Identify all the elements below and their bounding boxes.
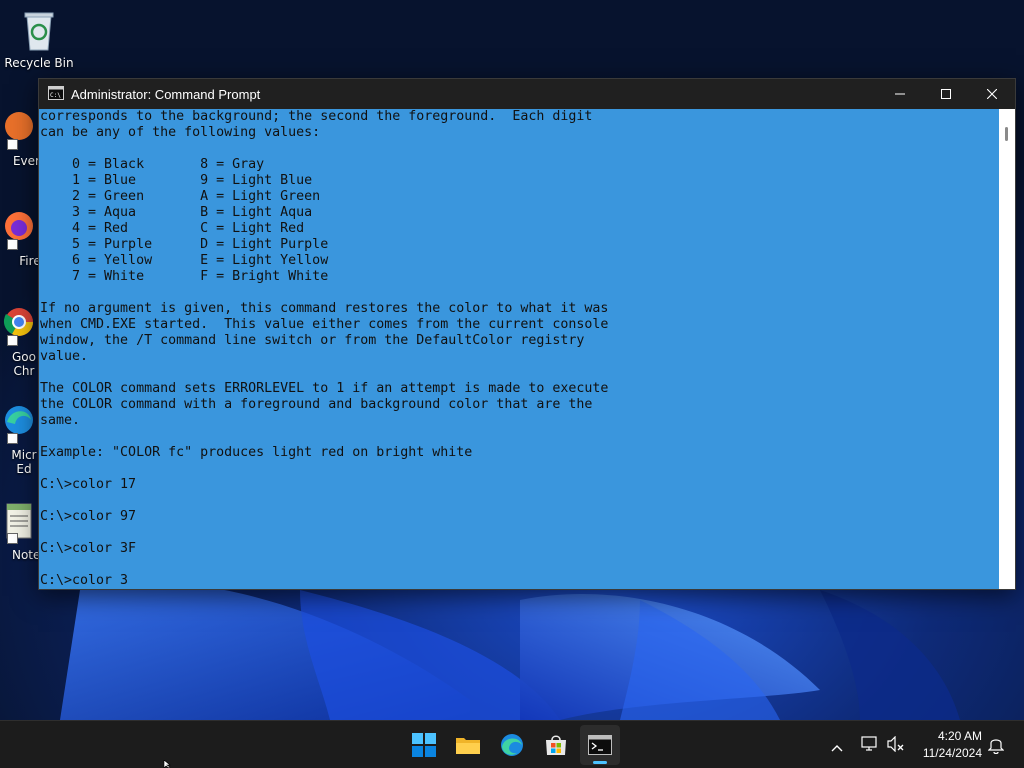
desktop-icon-label: Goo Chr	[12, 350, 36, 378]
command-prompt-taskbar-button[interactable]	[580, 725, 620, 765]
scrollbar-thumb[interactable]	[1005, 127, 1008, 141]
cmd-icon: C:\	[48, 85, 64, 103]
shortcut-arrow-icon	[7, 335, 18, 346]
desktop-icon-recycle-bin[interactable]: Recycle Bin	[2, 8, 76, 70]
chrome-icon	[0, 302, 33, 346]
desktop: Recycle Bin Every Fire Goo Chr Micr Ed N…	[0, 0, 1024, 768]
network-icon[interactable]	[861, 736, 879, 756]
command-prompt-icon	[588, 735, 612, 755]
firefox-icon	[0, 206, 33, 250]
edge-icon	[0, 400, 33, 444]
vertical-scrollbar[interactable]	[999, 109, 1015, 589]
title-bar[interactable]: C:\ Administrator: Command Prompt	[39, 79, 1015, 109]
close-icon	[987, 89, 997, 99]
shortcut-arrow-icon	[7, 533, 18, 544]
system-clock[interactable]: 4:20 AM 11/24/2024	[923, 728, 982, 762]
store-button[interactable]	[536, 725, 576, 765]
maximize-icon	[941, 89, 951, 99]
chevron-up-icon[interactable]	[831, 738, 843, 757]
mouse-cursor-icon	[163, 760, 171, 768]
close-button[interactable]	[969, 79, 1015, 109]
shortcut-arrow-icon	[7, 433, 18, 444]
taskbar: 4:20 AM 11/24/2024	[0, 720, 1024, 768]
minimize-button[interactable]	[877, 79, 923, 109]
shortcut-arrow-icon	[7, 239, 18, 250]
clock-time: 4:20 AM	[937, 729, 982, 743]
edge-button[interactable]	[492, 725, 532, 765]
desktop-icon-label: Recycle Bin	[4, 56, 74, 70]
volume-muted-icon[interactable]	[887, 735, 905, 756]
everything-icon	[0, 106, 33, 150]
svg-text:C:\: C:\	[50, 92, 61, 99]
clock-date: 11/24/2024	[922, 746, 982, 760]
console-output[interactable]: corresponds to the background; the secon…	[39, 109, 999, 589]
file-explorer-button[interactable]	[448, 725, 488, 765]
shortcut-arrow-icon	[7, 139, 18, 150]
maximize-button[interactable]	[923, 79, 969, 109]
start-icon	[412, 733, 436, 757]
window-title: Administrator: Command Prompt	[71, 86, 261, 102]
desktop-icon-label: Micr Ed	[11, 448, 37, 476]
edge-icon	[501, 734, 523, 756]
command-prompt-window[interactable]: C:\ Administrator: Command Prompt corres…	[38, 78, 1016, 590]
active-app-indicator	[593, 761, 607, 764]
notification-bell-icon[interactable]	[987, 736, 1005, 758]
minimize-icon	[895, 93, 905, 95]
console-text: corresponds to the background; the secon…	[40, 109, 609, 588]
notepad-icon	[0, 500, 33, 544]
store-icon	[546, 735, 566, 755]
start-button[interactable]	[404, 725, 444, 765]
file-explorer-icon	[456, 738, 480, 754]
recycle-bin-icon	[19, 8, 59, 52]
